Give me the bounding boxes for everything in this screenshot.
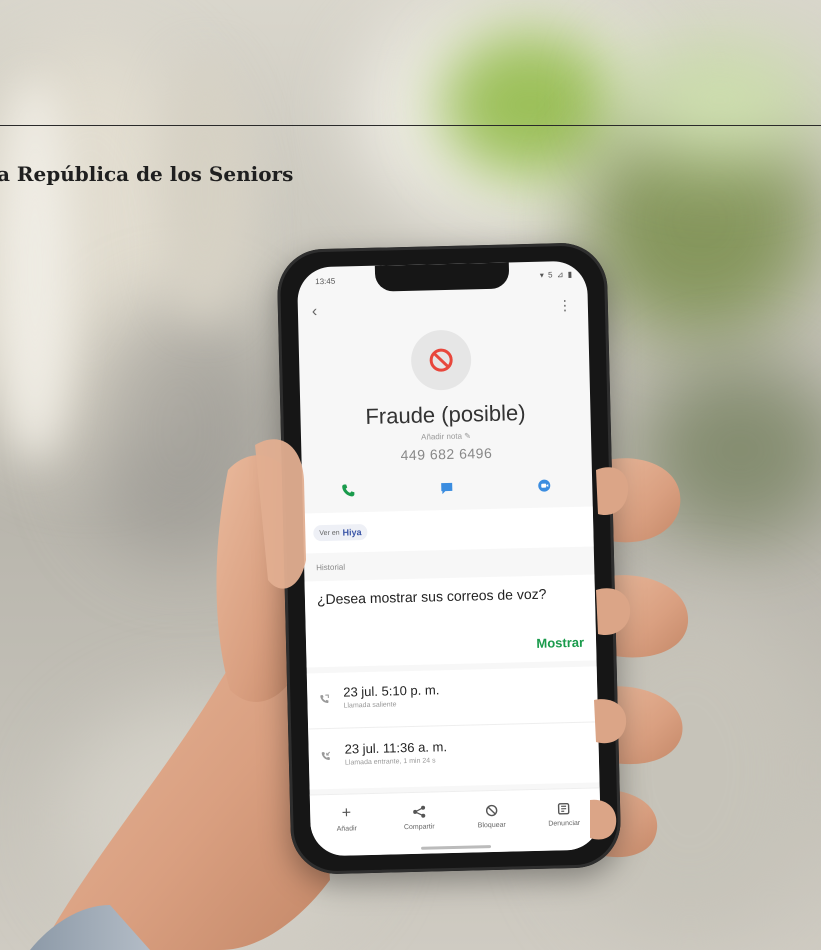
share-button[interactable]: Compartir [389,802,450,831]
block-button[interactable]: Bloquear [461,800,522,829]
home-indicator [421,845,492,850]
contact-actions [328,473,565,503]
share-icon [412,803,426,821]
history-label: Historial [316,562,346,573]
block-label: Bloquear [477,821,506,830]
call-history-list: 23 jul. 5:10 p. m. Llamada saliente 23 j… [306,666,600,790]
phone-notch [374,262,510,292]
seen-in-pill[interactable]: Ver en Hiya [313,523,368,542]
more-options-icon[interactable]: ⋮ [558,297,572,314]
call-title: 23 jul. 5:10 p. m. [343,682,440,700]
status-icons: ▾ 5 ⊿ ▮ [539,269,574,280]
message-icon[interactable] [426,481,466,495]
call-subtitle: Llamada saliente [343,701,397,710]
add-note-link[interactable]: Añadir nota ✎ [301,428,591,444]
add-label: Añadir [336,825,358,833]
plus-icon: + [341,804,352,822]
video-call-icon[interactable] [524,478,564,493]
call-history-item[interactable]: 23 jul. 5:10 p. m. Llamada saliente [306,666,599,730]
report-button[interactable]: Denunciar [534,799,595,828]
call-title: 23 jul. 11:36 a. m. [344,739,448,757]
status-time: 13:45 [315,276,336,287]
show-voicemail-button[interactable]: Mostrar [536,635,584,651]
share-label: Compartir [403,823,435,832]
call-history-item[interactable]: 23 jul. 11:36 a. m. Llamada entrante, 1 … [308,723,599,786]
report-icon [557,799,570,817]
phone-screen: 13:45 ▾ 5 ⊿ ▮ ‹ ⋮ Fraude (posible) Añadi… [296,260,602,857]
phone-number: 449 682 6496 [400,444,493,464]
incoming-call-icon [321,748,331,766]
block-icon [485,801,498,819]
seen-in-card: Ver en Hiya [302,506,594,554]
block-avatar-icon [410,329,472,391]
contact-name: Fraude (posible) [365,400,526,429]
outgoing-call-icon [319,691,329,709]
bottom-action-bar: + Añadir Compartir Bloquear Denunciar [309,787,602,857]
add-button[interactable]: + Añadir [316,804,377,833]
call-icon[interactable] [328,483,368,498]
smartphone: 13:45 ▾ 5 ⊿ ▮ ‹ ⋮ Fraude (posible) Añadi… [276,242,622,875]
seen-in-prefix: Ver en [319,529,340,537]
voicemail-question: ¿Desea mostrar sus correos de voz? [316,585,547,608]
back-icon[interactable]: ‹ [312,303,318,321]
call-subtitle: Llamada entrante, 1 min 24 s [344,757,436,767]
report-label: Denunciar [548,819,581,828]
seen-in-app: Hiya [342,527,362,538]
top-bar: ‹ ⋮ [298,291,589,326]
voicemail-card: ¿Desea mostrar sus correos de voz? Mostr… [304,574,597,668]
